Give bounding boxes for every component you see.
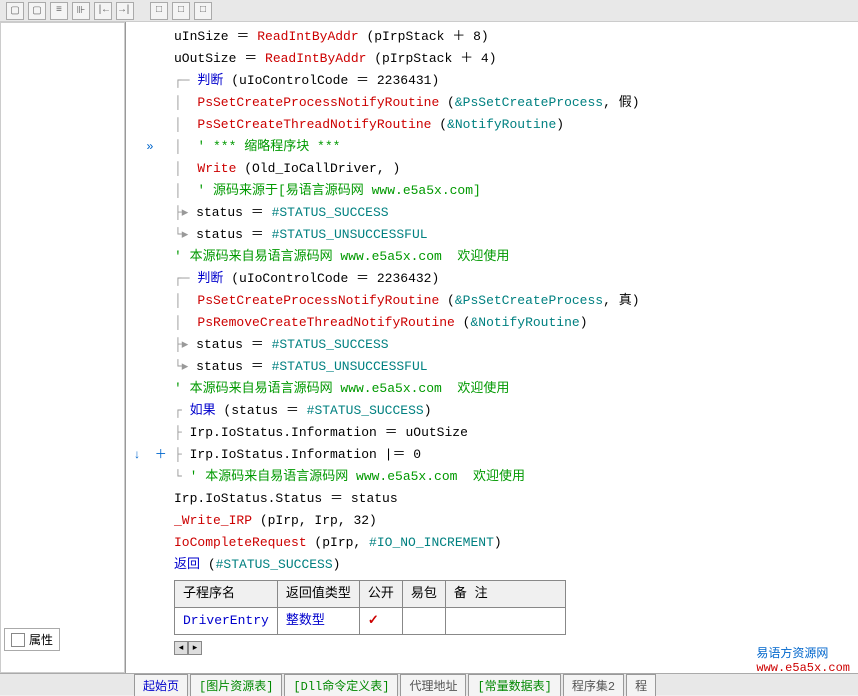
tree-prefix: │ <box>174 315 197 330</box>
checkmark-icon: ✓ <box>368 613 379 628</box>
tree-prefix: ┌─ <box>174 271 197 286</box>
toolbar-icon-5[interactable]: |← <box>94 2 112 20</box>
properties-icon <box>11 633 25 647</box>
cell-public: ✓ <box>359 608 402 635</box>
subroutine-table: 子程序名 返回值类型 公开 易包 备 注 DriverEntry 整数型 ✓ <box>174 580 566 635</box>
tab-代理地址[interactable]: 代理地址 <box>400 674 466 696</box>
left-panel: 属性 <box>0 22 126 673</box>
properties-label: 属性 <box>29 631 53 648</box>
code-line[interactable]: │ PsSetCreateProcessNotifyRoutine (&PsSe… <box>174 290 858 312</box>
tree-prefix: │ <box>174 161 197 176</box>
tree-prefix: ┌─ <box>174 73 197 88</box>
tab-程[interactable]: 程 <box>626 674 656 696</box>
col-return: 返回值类型 <box>277 581 359 608</box>
cell-name: DriverEntry <box>175 608 278 635</box>
toolbar-icon-2[interactable]: ▢ <box>28 2 46 20</box>
code-line[interactable]: 返回 (#STATUS_SUCCESS) <box>174 554 858 576</box>
tree-prefix: │ <box>174 183 197 198</box>
code-line[interactable]: │ PsRemoveCreateThreadNotifyRoutine (&No… <box>174 312 858 334</box>
tab-常量数据表[interactable]: [常量数据表] <box>468 674 560 696</box>
code-line[interactable]: │ ' 源码来源于[易语言源码网 www.e5a5x.com] <box>174 180 858 202</box>
main-area: 属性 uInSize ＝ ReadIntByAddr (pIrpStack ＋ … <box>0 22 858 673</box>
col-easypack: 易包 <box>402 581 445 608</box>
code-line[interactable]: └ ' 本源码来自易语言源码网 www.e5a5x.com 欢迎使用 <box>174 466 858 488</box>
code-line[interactable]: ' 本源码来自易语言源码网 www.e5a5x.com 欢迎使用 <box>174 378 858 400</box>
code-line[interactable]: │ Write (Old_IoCallDriver, ) <box>174 158 858 180</box>
code-line[interactable]: »│ ' *** 缩略程序块 *** <box>174 136 858 158</box>
toolbar-icon-8[interactable]: □ <box>172 2 190 20</box>
code-line[interactable]: _Write_IRP (pIrp, Irp, 32) <box>174 510 858 532</box>
code-line[interactable]: └▸ status ＝ #STATUS_UNSUCCESSFUL <box>174 356 858 378</box>
code-line[interactable]: │ PsSetCreateThreadNotifyRoutine (&Notif… <box>174 114 858 136</box>
toolbar-icon-9[interactable]: □ <box>194 2 212 20</box>
tab-程序集2[interactable]: 程序集2 <box>563 674 624 696</box>
tree-prefix: └▸ <box>174 227 196 242</box>
code-line[interactable]: uInSize ＝ ReadIntByAddr (pIrpStack ＋ 8) <box>174 26 858 48</box>
tree-prefix: │ <box>174 117 197 132</box>
code-line[interactable]: Irp.IoStatus.Status ＝ status <box>174 488 858 510</box>
tree-prefix: ├▸ <box>174 337 196 352</box>
code-line[interactable]: ↓ ＋├ Irp.IoStatus.Information |＝ 0 <box>174 444 858 466</box>
code-line[interactable]: ┌─ 判断 (uIoControlCode ＝ 2236432) <box>174 268 858 290</box>
col-name: 子程序名 <box>175 581 278 608</box>
code-line[interactable]: ├▸ status ＝ #STATUS_SUCCESS <box>174 202 858 224</box>
code-line[interactable]: ├▸ status ＝ #STATUS_SUCCESS <box>174 334 858 356</box>
code-editor[interactable]: uInSize ＝ ReadIntByAddr (pIrpStack ＋ 8)u… <box>126 22 858 673</box>
toolbar-icon-6[interactable]: →| <box>116 2 134 20</box>
code-line[interactable]: uOutSize ＝ ReadIntByAddr (pIrpStack ＋ 4) <box>174 48 858 70</box>
tree-prefix: ├ <box>174 425 190 440</box>
tree-prefix: └▸ <box>174 359 196 374</box>
code-line[interactable]: ┌─ 判断 (uIoControlCode ＝ 2236431) <box>174 70 858 92</box>
col-public: 公开 <box>359 581 402 608</box>
toolbar-icon-3[interactable]: ≡ <box>50 2 68 20</box>
toolbar-icon-7[interactable]: □ <box>150 2 168 20</box>
tree-prefix: │ <box>174 139 197 154</box>
cell-return: 整数型 <box>277 608 359 635</box>
scroll-right-icon[interactable]: ▸ <box>188 641 202 655</box>
tab-Dll命令定义表[interactable]: [Dll命令定义表] <box>284 674 398 696</box>
tree-prefix: ├▸ <box>174 205 196 220</box>
bottom-tabs: 起始页[图片资源表][Dll命令定义表]代理地址[常量数据表]程序集2程 <box>0 673 858 695</box>
code-line[interactable]: IoCompleteRequest (pIrp, #IO_NO_INCREMEN… <box>174 532 858 554</box>
toolbar: ▢ ▢ ≡ ⊪ |← →| □ □ □ <box>0 0 858 22</box>
code-line[interactable]: └▸ status ＝ #STATUS_UNSUCCESSFUL <box>174 224 858 246</box>
toolbar-icon-4[interactable]: ⊪ <box>72 2 90 20</box>
col-remark: 备 注 <box>445 581 565 608</box>
code-line[interactable]: ' 本源码来自易语言源码网 www.e5a5x.com 欢迎使用 <box>174 246 858 268</box>
scroll-left-icon[interactable]: ◂ <box>174 641 188 655</box>
properties-tab[interactable]: 属性 <box>4 628 60 651</box>
tab-起始页[interactable]: 起始页 <box>134 674 188 696</box>
watermark: 易语方资源网 www.e5a5x.com <box>756 644 850 675</box>
gutter-marker[interactable]: ↓ ＋ <box>130 444 170 466</box>
cell-easypack <box>402 608 445 635</box>
tree-prefix: ├ <box>174 447 190 462</box>
tab-图片资源表[interactable]: [图片资源表] <box>190 674 282 696</box>
tree-prefix: │ <box>174 95 197 110</box>
gutter-marker[interactable]: » <box>130 136 170 158</box>
code-line[interactable]: ┌ 如果 (status ＝ #STATUS_SUCCESS) <box>174 400 858 422</box>
code-line[interactable]: │ PsSetCreateProcessNotifyRoutine (&PsSe… <box>174 92 858 114</box>
code-line[interactable]: ├ Irp.IoStatus.Information ＝ uOutSize <box>174 422 858 444</box>
toolbar-icon-1[interactable]: ▢ <box>6 2 24 20</box>
cell-remark <box>445 608 565 635</box>
tree-prefix: └ <box>174 469 190 484</box>
table-header-row: 子程序名 返回值类型 公开 易包 备 注 <box>175 581 566 608</box>
tree-prefix: ┌ <box>174 403 190 418</box>
tree-prefix: │ <box>174 293 197 308</box>
table-row[interactable]: DriverEntry 整数型 ✓ <box>175 608 566 635</box>
